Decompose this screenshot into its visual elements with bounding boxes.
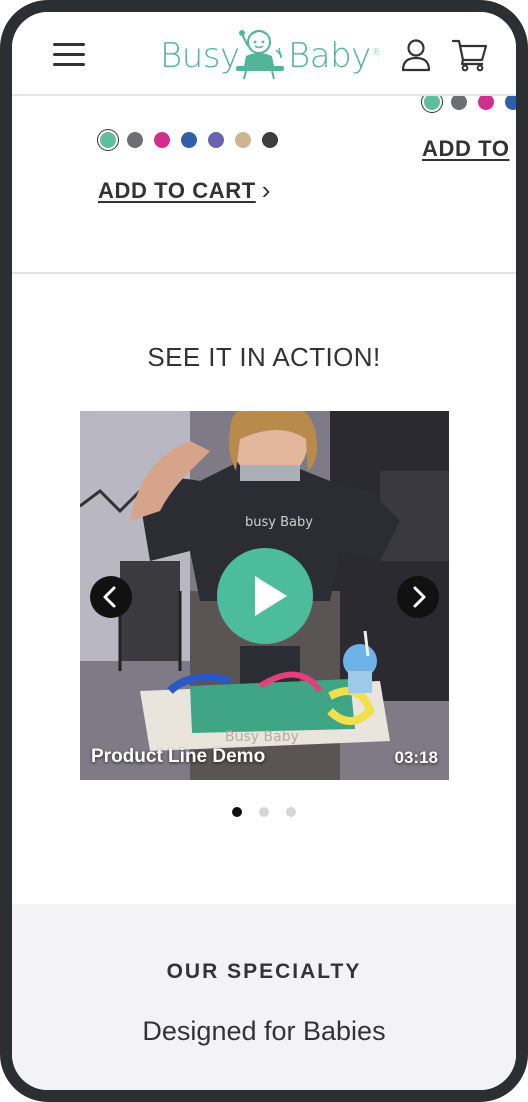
specialty-heading: Designed for Babies (142, 1016, 386, 1046)
previous-slide-button[interactable] (90, 576, 132, 618)
add-to-cart-link[interactable]: ADD TO CART › (98, 174, 271, 205)
busy-baby-logo[interactable]: Busy Baby (160, 26, 380, 82)
next-slide-button[interactable] (397, 576, 439, 618)
pagination-dot[interactable] (232, 807, 242, 817)
play-icon[interactable] (217, 548, 313, 644)
shopping-cart-icon[interactable] (452, 38, 488, 72)
color-swatches (424, 94, 516, 110)
logo-text-busy: Busy (160, 36, 240, 76)
site-header: Busy Baby (12, 12, 516, 96)
svg-text:busy Baby: busy Baby (245, 515, 313, 530)
section-title: SEE IT IN ACTION! (147, 342, 381, 372)
chevron-left-icon (103, 586, 116, 608)
carousel-pagination (232, 807, 296, 817)
color-swatch[interactable] (262, 132, 278, 148)
color-swatch[interactable] (154, 132, 170, 148)
video-player[interactable]: busy Baby Busy Baby Product Line Demo 03 (80, 411, 449, 780)
specialty-label: OUR SPECIALTY (166, 960, 362, 983)
color-swatch[interactable] (451, 94, 467, 110)
color-swatch[interactable] (478, 94, 494, 110)
hamburger-menu-icon[interactable] (53, 43, 85, 67)
specialty-section: OUR SPECIALTY Designed for Babies (12, 904, 516, 1090)
color-swatch[interactable] (505, 94, 516, 110)
color-swatch[interactable] (424, 94, 440, 110)
chevron-right-icon: › (261, 175, 272, 205)
chevron-right-icon (413, 586, 426, 608)
user-icon[interactable] (400, 38, 432, 72)
color-swatch[interactable] (235, 132, 251, 148)
color-swatch[interactable] (127, 132, 143, 148)
svg-text:Busy Baby: Busy Baby (225, 729, 299, 745)
color-swatch[interactable] (100, 132, 116, 148)
section-divider (12, 272, 516, 274)
pagination-dot[interactable] (259, 807, 269, 817)
video-title: Product Line Demo (91, 746, 266, 767)
video-duration: 03:18 (394, 748, 438, 767)
pagination-dot[interactable] (286, 807, 296, 817)
color-swatch[interactable] (208, 132, 224, 148)
add-to-cart-link[interactable]: ADD TO (422, 136, 510, 162)
logo-text-baby: Baby (288, 36, 380, 76)
phone-frame: Busy Baby ® ADD TO CART › ADD TO SEE IT … (0, 0, 528, 1102)
color-swatch[interactable] (181, 132, 197, 148)
color-swatches (100, 132, 278, 148)
add-to-cart-label: ADD TO (422, 136, 510, 161)
screen: Busy Baby ® ADD TO CART › ADD TO SEE IT … (12, 12, 516, 1090)
baby-mascot-icon (236, 30, 284, 80)
add-to-cart-label: ADD TO CART (98, 178, 256, 203)
